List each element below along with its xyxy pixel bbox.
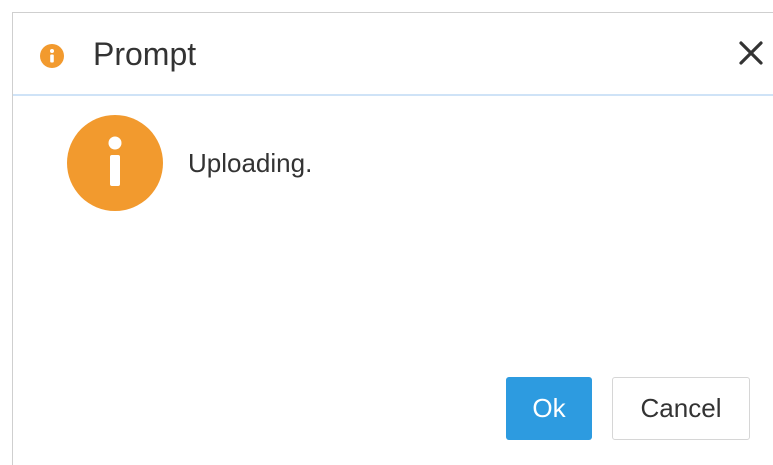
dialog-message: Uploading.	[188, 148, 313, 178]
close-icon[interactable]	[733, 35, 769, 71]
ok-button[interactable]: Ok	[506, 377, 592, 440]
dialog-header: Prompt	[13, 13, 773, 96]
info-icon	[40, 44, 64, 68]
message-info-icon	[67, 115, 163, 211]
cancel-button[interactable]: Cancel	[612, 377, 750, 440]
dialog-title: Prompt	[93, 36, 197, 72]
prompt-dialog: Prompt Uploading. Ok Cancel	[12, 12, 773, 465]
